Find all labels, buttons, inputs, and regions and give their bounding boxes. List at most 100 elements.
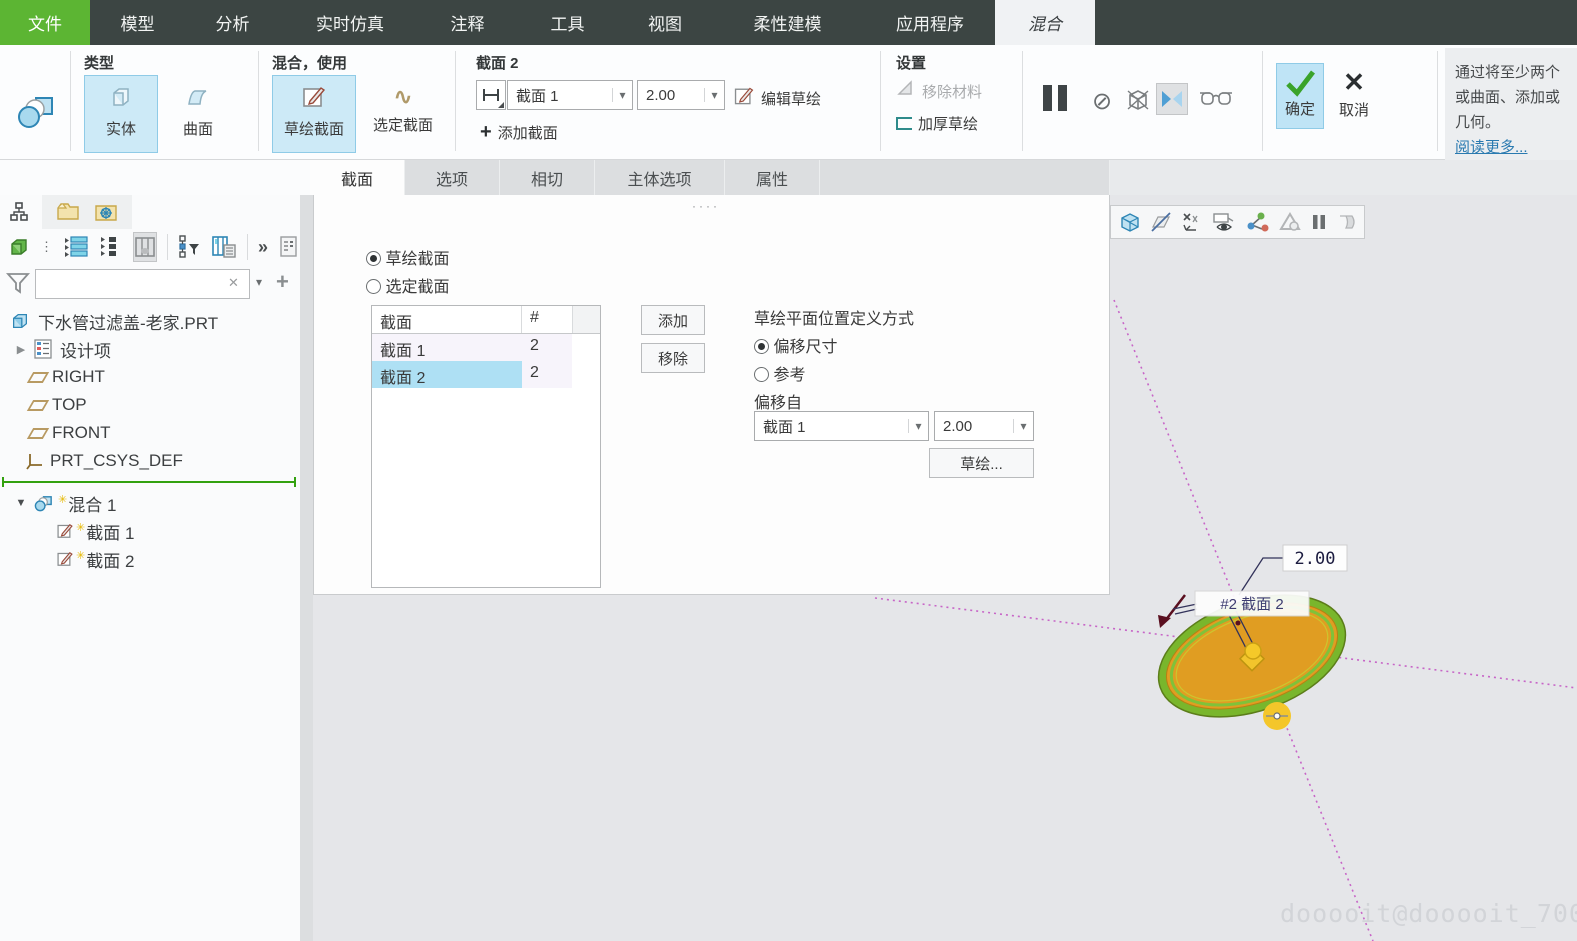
table-row-selected[interactable]: 截面 2 2 (372, 361, 600, 388)
radio-reference[interactable]: 参考 (754, 361, 805, 385)
radio-sketched-sections[interactable]: 草绘截面 (366, 245, 449, 269)
datum-display-filters-icon[interactable] (1181, 210, 1203, 234)
saved-orientations-icon[interactable] (1119, 210, 1141, 234)
remove-material-button[interactable]: 移除材料 (896, 79, 982, 103)
selected-sections-button[interactable]: ∿ 选定截面 (358, 75, 448, 153)
tab-applications[interactable]: 应用程序 (865, 0, 995, 45)
cell-entity-count: 2 (522, 334, 572, 361)
subtab-sections[interactable]: 截面 (310, 160, 405, 195)
unattached-preview-icon[interactable] (1124, 87, 1152, 118)
expander-collapsed-icon[interactable]: ▶ (14, 343, 28, 356)
ok-button[interactable]: 确定 (1276, 63, 1324, 129)
tab-analysis[interactable]: 分析 (185, 0, 280, 45)
solid-button[interactable]: 实体 (84, 75, 158, 153)
freeze-column-button[interactable] (133, 232, 157, 262)
offset-dimension-label[interactable]: 2.00 (1282, 544, 1348, 572)
annotation-display-icon[interactable] (1212, 210, 1236, 234)
no-preview-icon[interactable]: ⊘ (1092, 87, 1112, 116)
subtab-tangency[interactable]: 相切 (500, 160, 595, 195)
tree-item-top-plane[interactable]: TOP (0, 391, 300, 419)
new-feature-marker: ✳ (58, 493, 68, 506)
part-display-icon[interactable] (8, 236, 30, 258)
collapse-list-icon[interactable] (99, 235, 123, 259)
tree-item-section2[interactable]: ✳ 截面 2 (0, 545, 300, 573)
panel-drag-handle[interactable]: ···· (692, 199, 720, 213)
subtab-properties[interactable]: 属性 (725, 160, 820, 195)
insert-here-locator[interactable] (0, 475, 300, 489)
tree-item-label: FRONT (52, 423, 111, 442)
glasses-icon[interactable] (1198, 89, 1234, 114)
sketch-button[interactable]: 草绘... (929, 448, 1034, 478)
filter-funnel-icon[interactable] (6, 271, 30, 295)
tab-model[interactable]: 模型 (90, 0, 185, 45)
sections-table[interactable]: 截面 # 截面 1 2 截面 2 2 (371, 305, 601, 588)
radio-selected-sections[interactable]: 选定截面 (366, 273, 449, 297)
folder-browser-icon[interactable] (56, 202, 80, 222)
dragger-display-icon[interactable] (1336, 210, 1358, 234)
tab-annotate[interactable]: 注释 (420, 0, 515, 45)
add-section-label: 添加截面 (497, 125, 558, 142)
start-point-handle[interactable] (1263, 702, 1291, 730)
offset-value-dropdown[interactable]: 2.00 ▾ (637, 80, 725, 110)
section-tag-label[interactable]: #2 截面 2 (1194, 590, 1310, 617)
attached-preview-button[interactable] (1156, 83, 1188, 115)
table-scrollbar[interactable] (572, 306, 600, 333)
offset-value-dropdown[interactable]: 2.00 ▾ (934, 411, 1034, 441)
section-select-value: 截面 1 (516, 87, 559, 105)
overflow-chevrons[interactable]: » (258, 237, 268, 258)
settings-document-icon[interactable] (278, 235, 300, 259)
offset-from-dropdown[interactable]: 截面 1 ▾ (754, 411, 929, 441)
tree-item-csys[interactable]: PRT_CSYS_DEF (0, 447, 300, 475)
pause-icon[interactable] (1311, 210, 1327, 234)
add-filter-icon[interactable]: + (276, 269, 289, 295)
edit-sketch-button[interactable]: 编辑草绘 (733, 85, 821, 111)
tab-tools[interactable]: 工具 (515, 0, 620, 45)
tree-columns-icon[interactable] (211, 235, 237, 259)
clear-search-icon[interactable]: ✕ (228, 275, 239, 291)
tree-search-row: ✕ ▾ + (0, 265, 300, 305)
read-more-link[interactable]: 阅读更多... (1455, 135, 1577, 160)
tree-item-section1[interactable]: ✳ 截面 1 (0, 517, 300, 545)
panel-divider[interactable] (300, 195, 313, 941)
tab-blend-active[interactable]: 混合 (995, 0, 1095, 45)
offset-dimension-icon-button[interactable] (476, 80, 506, 110)
surface-button[interactable]: 曲面 (160, 75, 236, 153)
add-button[interactable]: 添加 (641, 305, 705, 335)
pause-button[interactable] (1040, 85, 1070, 116)
radio-offset-dimension[interactable]: 偏移尺寸 (754, 333, 837, 357)
csys-display-icon[interactable] (1245, 210, 1269, 234)
tree-item-design-items[interactable]: ▶ 设计项 (0, 335, 300, 363)
radio-on-icon (754, 339, 769, 354)
spin-center-icon[interactable] (1278, 210, 1302, 234)
ribbon-tabbar: 文件 模型 分析 实时仿真 注释 工具 视图 柔性建模 应用程序 混合 (0, 0, 1577, 45)
favorites-folder-icon[interactable] (94, 202, 118, 222)
tab-view[interactable]: 视图 (620, 0, 710, 45)
thicken-sketch-button[interactable]: 加厚草绘 (896, 113, 978, 134)
tab-live-simulation[interactable]: 实时仿真 (280, 0, 420, 45)
expander-expanded-icon[interactable]: ▼ (14, 497, 28, 509)
model-tree-icon[interactable] (10, 202, 28, 222)
subtab-options[interactable]: 选项 (405, 160, 500, 195)
tree-item-part[interactable]: 下水管过滤盖-老家.PRT (0, 307, 300, 335)
table-row[interactable]: 截面 1 2 (372, 334, 600, 361)
section-select-dropdown[interactable]: 截面 1 ▾ (507, 80, 633, 110)
edit-sketch-icon (733, 85, 755, 111)
tab-file[interactable]: 文件 (0, 0, 90, 45)
remove-button[interactable]: 移除 (641, 343, 705, 373)
graphics-area[interactable]: #2 截面 2 2.00 dooooit@dooooit_7000005 (313, 195, 1577, 941)
help-line: 几何。 (1455, 114, 1501, 131)
tree-item-front-plane[interactable]: FRONT (0, 419, 300, 447)
datum-plane-display-icon[interactable] (1150, 210, 1172, 234)
tab-flexible-modeling[interactable]: 柔性建模 (710, 0, 865, 45)
tree-search-input[interactable] (35, 269, 250, 299)
tree-filter-icon[interactable] (177, 235, 201, 259)
search-options-caret[interactable]: ▾ (256, 275, 262, 289)
expand-list-icon[interactable] (63, 235, 89, 259)
sketched-sections-button[interactable]: 草绘截面 (272, 75, 356, 153)
tree-item-right-plane[interactable]: RIGHT (0, 363, 300, 391)
add-section-button[interactable]: + 添加截面 (480, 121, 558, 144)
tree-item-blend1[interactable]: ▼ ✳ 混合 1 (0, 489, 300, 517)
subtab-body-options[interactable]: 主体选项 (595, 160, 725, 195)
solid-icon (108, 84, 134, 114)
cancel-button[interactable]: ✕ 取消 (1330, 63, 1378, 129)
